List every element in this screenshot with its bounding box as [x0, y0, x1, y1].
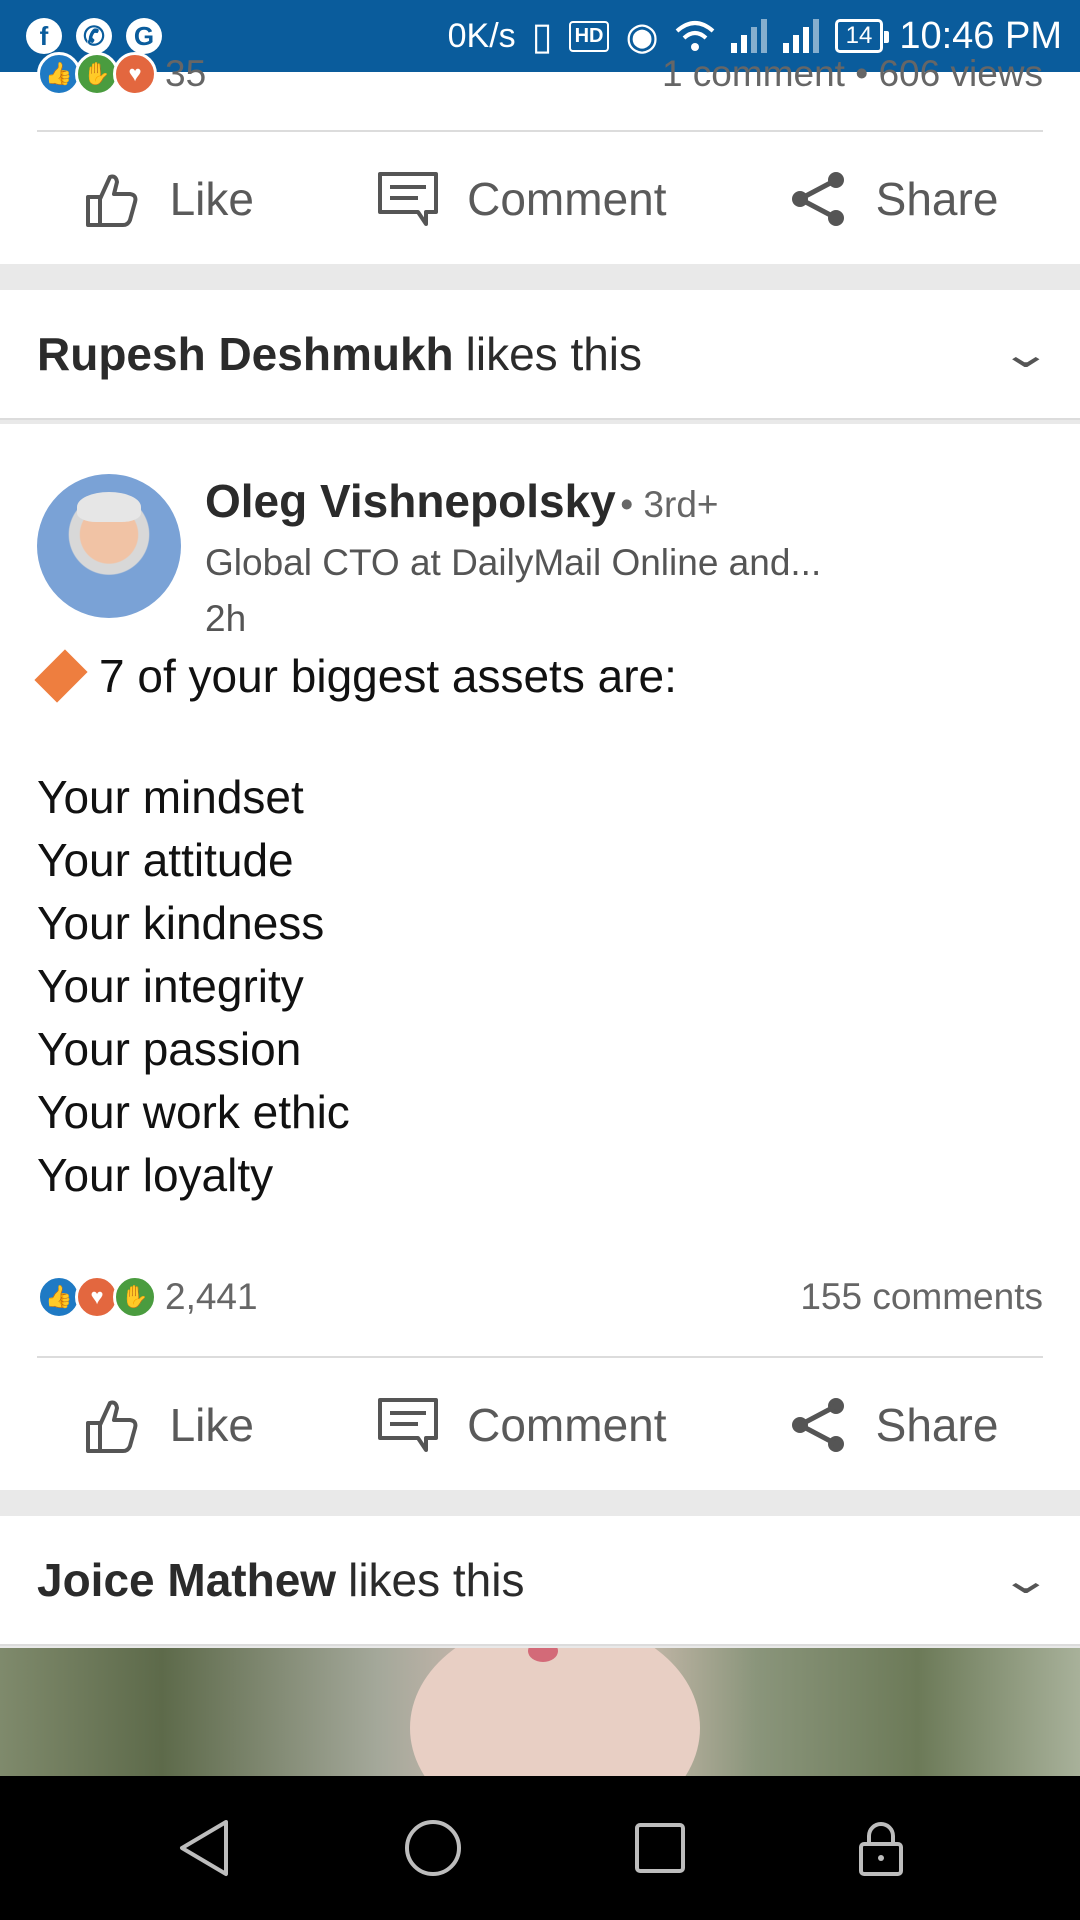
post-first-line: 7 of your biggest assets are: — [99, 650, 677, 702]
activity-actor-name[interactable]: Rupesh Deshmukh — [37, 327, 454, 381]
post-line: Your work ethic — [37, 1086, 350, 1138]
post-actions: Like Comment Share — [0, 144, 1080, 254]
post-time: 2h — [205, 598, 247, 639]
love-reaction-icon: ♥ — [113, 52, 157, 96]
celebrate-reaction-icon: ✋ — [113, 1275, 157, 1319]
comment-label: Comment — [467, 173, 667, 225]
share-label: Share — [875, 1399, 999, 1451]
comment-button[interactable]: Comment — [377, 171, 667, 227]
comment-icon — [378, 1398, 439, 1452]
post-line: Your loyalty — [37, 1149, 274, 1201]
like-button[interactable]: Like — [82, 169, 254, 229]
post-image[interactable] — [0, 1648, 1080, 1776]
post-line: Your passion — [37, 1023, 302, 1075]
post-line: Your kindness — [37, 897, 325, 949]
reaction-count[interactable]: 2,441 — [165, 1276, 258, 1318]
previous-post-stats: 👍 ✋ ♥ 35 1 comment • 606 views — [37, 44, 1043, 104]
comment-icon — [378, 172, 439, 226]
activity-header[interactable]: Rupesh Deshmukh likes this ⌄ — [0, 290, 1080, 420]
share-icon — [791, 1398, 844, 1452]
comment-label: Comment — [467, 1399, 667, 1451]
lock-icon[interactable] — [857, 1820, 905, 1876]
avatar[interactable] — [37, 474, 181, 618]
back-icon[interactable] — [176, 1818, 232, 1878]
orange-diamond-icon — [34, 649, 88, 703]
share-button[interactable]: Share — [790, 170, 999, 228]
comment-button[interactable]: Comment — [377, 1397, 667, 1453]
reaction-icons: 👍 ♥ ✋ — [37, 1275, 157, 1319]
activity-header[interactable]: Joice Mathew likes this ⌄ — [0, 1516, 1080, 1646]
share-icon — [791, 172, 844, 226]
thumbs-up-icon — [85, 174, 138, 227]
thumbs-up-icon — [85, 1400, 138, 1453]
like-label: Like — [169, 173, 254, 225]
like-label: Like — [169, 1399, 254, 1451]
share-button[interactable]: Share — [790, 1396, 999, 1454]
navigation-bar — [0, 1776, 1080, 1920]
comment-count[interactable]: 155 comments — [800, 1276, 1043, 1318]
chevron-down-icon[interactable]: ⌄ — [999, 1557, 1053, 1603]
post-stats: 👍 ♥ ✋ 2,441 155 comments — [37, 1267, 1043, 1327]
like-button[interactable]: Like — [82, 1395, 254, 1455]
comment-view-stats[interactable]: 1 comment • 606 views — [662, 53, 1043, 95]
connection-degree: • 3rd+ — [620, 484, 719, 525]
activity-actor-name[interactable]: Joice Mathew — [37, 1553, 336, 1607]
activity-text: likes this — [465, 328, 643, 380]
reaction-count[interactable]: 35 — [165, 53, 206, 95]
divider — [37, 1356, 1043, 1358]
post-line: Your attitude — [37, 834, 294, 886]
recents-icon[interactable] — [634, 1822, 686, 1874]
divider — [37, 130, 1043, 132]
reaction-icons: 👍 ✋ ♥ — [37, 52, 157, 96]
post-line: Your integrity — [37, 960, 304, 1012]
chevron-down-icon[interactable]: ⌄ — [999, 331, 1053, 377]
home-icon[interactable] — [403, 1818, 463, 1878]
activity-text: likes this — [348, 1554, 525, 1606]
post-line: Your mindset — [37, 771, 304, 823]
share-label: Share — [875, 173, 999, 225]
author-headline: Global CTO at DailyMail Online and... — [205, 542, 822, 583]
author-name[interactable]: Oleg Vishnepolsky — [205, 475, 616, 527]
post-actions: Like Comment Share — [0, 1370, 1080, 1480]
post-card: Oleg Vishnepolsky • 3rd+ Global CTO at D… — [0, 424, 1080, 1490]
post-text[interactable]: 7 of your biggest assets are: Your minds… — [34, 649, 677, 1207]
previous-post-card: 👍 ✋ ♥ 35 1 comment • 606 views Like Comm… — [0, 52, 1080, 264]
post-author[interactable]: Oleg Vishnepolsky • 3rd+ Global CTO at D… — [37, 474, 821, 640]
